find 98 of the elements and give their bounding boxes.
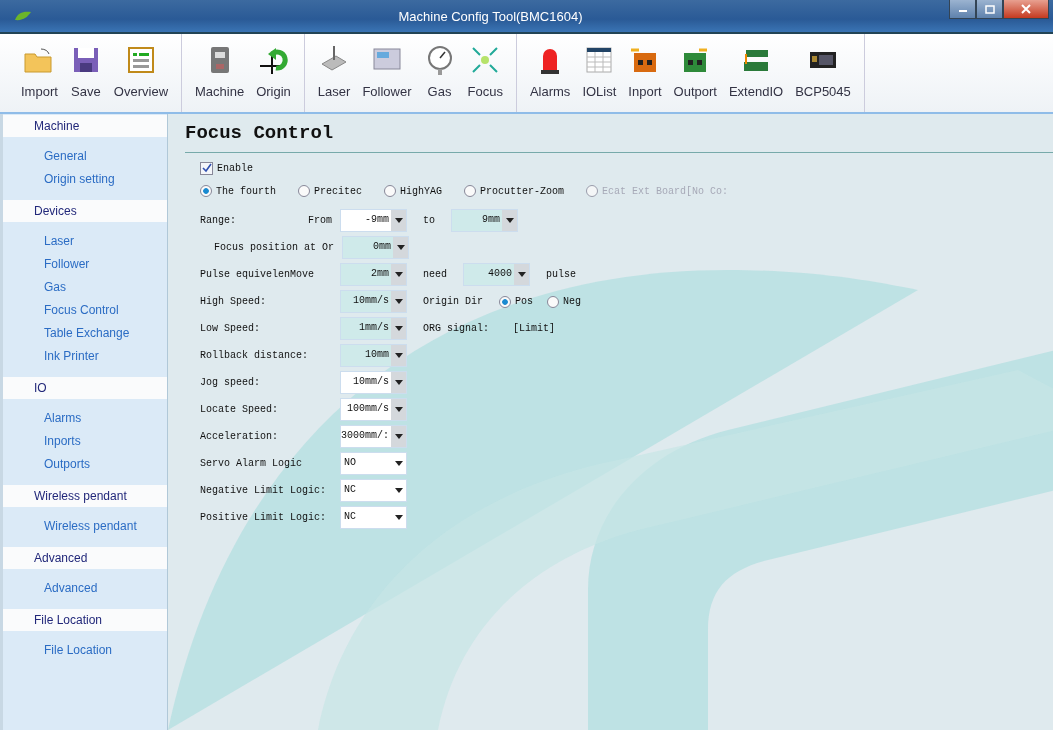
combo-box[interactable]: 2mm <box>340 263 407 286</box>
sidebar-item[interactable]: Gas <box>3 275 167 298</box>
field-text: pulse <box>546 269 577 280</box>
toolbar-button[interactable]: Inport <box>623 40 667 106</box>
sidebar-item[interactable]: Ink Printer <box>3 344 167 367</box>
sidebar-item[interactable]: General <box>3 144 167 167</box>
radio-button[interactable]: HighYAG <box>384 183 443 199</box>
enable-checkbox[interactable]: Enable <box>200 159 253 177</box>
checkmark-icon <box>201 163 212 173</box>
sidebar-section-header[interactable]: Machine <box>3 115 167 137</box>
sidebar-section-header[interactable]: File Location <box>3 609 167 631</box>
toolbar-button[interactable]: BCP5045 <box>790 40 856 106</box>
dropdown-arrow-icon <box>505 218 514 223</box>
page-title: Focus Control <box>185 122 335 146</box>
radio-button[interactable]: Pos <box>499 295 534 308</box>
toolbar-button[interactable]: Follower <box>357 40 417 106</box>
window-title: Machine Config Tool(BMC1604) <box>398 8 583 24</box>
field-label: Pulse equivelenMove <box>200 269 316 280</box>
sidebar-item[interactable]: Alarms <box>3 406 167 429</box>
combo-box[interactable]: 0mm <box>342 236 410 259</box>
dropdown-arrow-icon <box>394 326 403 331</box>
sidebar-section-header[interactable]: Wireless pendant <box>3 485 167 507</box>
combo-box[interactable]: -9mm <box>340 209 407 232</box>
dropdown-arrow-icon <box>394 380 403 385</box>
toolbar-button[interactable]: Save <box>64 40 107 106</box>
maximize-button[interactable] <box>976 0 1003 19</box>
toolbar-button[interactable]: Origin <box>251 40 296 106</box>
toolbar-button[interactable]: Alarms <box>524 40 576 106</box>
combo-box[interactable]: 10mm/s <box>340 371 407 394</box>
field-label: Range: <box>200 215 237 226</box>
dropdown-arrow-icon <box>394 461 403 466</box>
dropdown-arrow-icon <box>396 245 405 250</box>
toolbar-button[interactable]: Overview <box>108 40 174 106</box>
sidebar-item[interactable]: Origin setting <box>3 167 167 190</box>
field-text: to <box>423 215 436 226</box>
dropdown-arrow-icon <box>394 218 403 223</box>
sidebar-item[interactable]: Laser <box>3 229 167 252</box>
sidebar-item[interactable]: Advanced <box>3 576 167 599</box>
toolbar-button[interactable]: ExtendIO <box>723 40 789 106</box>
toolbar-button[interactable]: Laser <box>312 40 356 106</box>
dropdown-arrow-icon <box>394 353 403 358</box>
toolbar-button[interactable]: Focus <box>462 40 508 106</box>
maximize-icon <box>984 4 995 14</box>
field-label: Acceleration: <box>200 431 279 442</box>
field-label: Negative Limit Logic: <box>200 485 328 496</box>
dropdown-arrow-icon <box>517 272 526 277</box>
sidebar-item[interactable]: Follower <box>3 252 167 275</box>
sidebar-section-header[interactable]: Devices <box>3 200 167 222</box>
sidebar-section-header[interactable]: Advanced <box>3 547 167 569</box>
field-text: [Limit] <box>513 323 556 334</box>
field-label: Locate Speed: <box>200 404 279 415</box>
combo-box[interactable]: 100mm/s <box>340 398 407 421</box>
field-label: Low Speed: <box>200 323 261 334</box>
toolbar-button[interactable]: Import <box>16 40 63 106</box>
toolbar-button[interactable]: Outport <box>668 40 722 106</box>
combo-box[interactable]: 3000mm/: <box>340 425 407 448</box>
combo-box[interactable]: 10mm/s <box>340 290 407 313</box>
close-button[interactable] <box>1003 0 1049 19</box>
field-text: From <box>308 215 332 226</box>
leaf-icon <box>14 10 32 22</box>
toolbar-button[interactable]: Gas <box>418 40 461 106</box>
sidebar-item[interactable]: File Location <box>3 638 167 661</box>
sidebar-item[interactable]: Outports <box>3 452 167 475</box>
dropdown[interactable]: NO <box>340 452 407 475</box>
field-label: Positive Limit Logic: <box>200 512 328 523</box>
dropdown[interactable]: NC <box>340 479 407 502</box>
sidebar-section-header[interactable]: IO <box>3 377 167 399</box>
close-icon <box>1021 4 1031 14</box>
toolbar-button[interactable]: Machine <box>190 40 250 106</box>
field-text: Origin Dir <box>423 296 483 307</box>
toolbar-button[interactable]: IOList <box>577 40 622 106</box>
dropdown-arrow-icon <box>394 488 403 493</box>
minimize-button[interactable] <box>949 0 976 19</box>
radio-button[interactable]: Procutter-Zoom <box>464 183 565 199</box>
combo-box[interactable]: 1mm/s <box>340 317 407 340</box>
dropdown-arrow-icon <box>394 434 403 439</box>
dropdown-arrow-icon <box>394 272 403 277</box>
sidebar-item[interactable]: Wireless pendant <box>3 514 167 537</box>
dropdown-arrow-icon <box>394 407 403 412</box>
combo-box[interactable]: 4000 <box>463 263 530 286</box>
field-text: ORG signal: <box>423 323 489 334</box>
field-label: Rollback distance: <box>200 350 310 361</box>
dropdown[interactable]: NC <box>340 506 407 529</box>
field-label: Jog speed: <box>200 377 261 388</box>
radio-button[interactable]: Precitec <box>298 183 363 199</box>
field-text: need <box>423 269 447 280</box>
sidebar-item[interactable]: Focus Control <box>3 298 167 321</box>
sidebar-item[interactable]: Inports <box>3 429 167 452</box>
field-label: Servo Alarm Logic <box>200 458 304 469</box>
sidebar-item[interactable]: Table Exchange <box>3 321 167 344</box>
field-label: High Speed: <box>200 296 267 307</box>
dropdown-arrow-icon <box>394 299 403 304</box>
combo-box[interactable]: 9mm <box>451 209 519 232</box>
radio-button[interactable]: Neg <box>547 295 582 308</box>
radio-button[interactable]: The fourth <box>200 183 276 199</box>
combo-box[interactable]: 10mm <box>340 344 407 367</box>
dropdown-arrow-icon <box>394 515 403 520</box>
field-label: Focus position at Or <box>213 242 335 253</box>
